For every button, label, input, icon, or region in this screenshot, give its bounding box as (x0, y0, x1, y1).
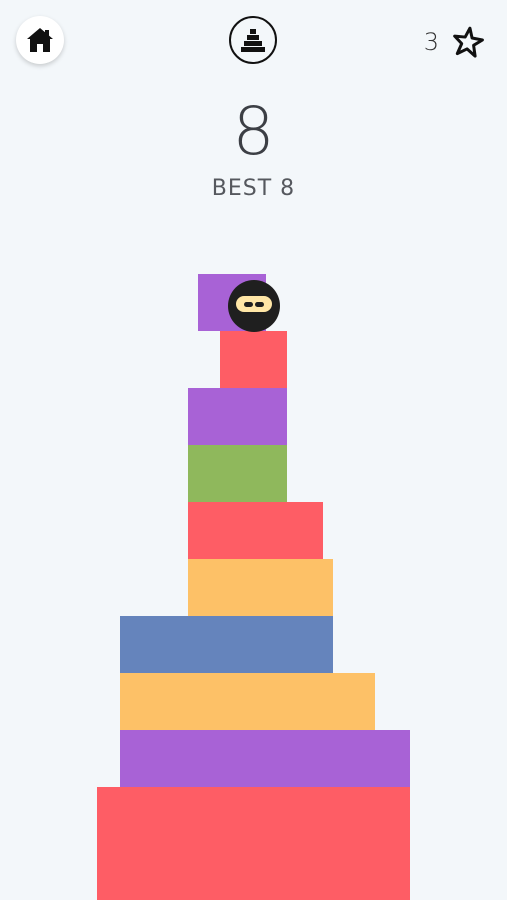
tower-block (120, 730, 410, 787)
tower-block (188, 559, 333, 616)
tower-button[interactable] (229, 16, 277, 64)
tower-block (120, 616, 333, 673)
home-icon (27, 28, 53, 52)
tower-block (188, 502, 323, 559)
tower-block (220, 331, 287, 388)
current-score: 8 (232, 93, 275, 170)
ninja-character (228, 280, 280, 332)
ninja-eye (255, 302, 264, 307)
tower-block (188, 388, 287, 445)
stars-counter: 3 (424, 22, 485, 62)
ninja-eye (244, 302, 253, 307)
tower-block (188, 445, 287, 502)
tower-block (97, 787, 410, 900)
best-score: BEST 8 (211, 176, 296, 201)
stars-count: 3 (423, 28, 439, 56)
tower-icon (241, 29, 265, 52)
tower-block (120, 673, 375, 730)
star-icon (453, 26, 484, 58)
home-button[interactable] (16, 16, 64, 64)
